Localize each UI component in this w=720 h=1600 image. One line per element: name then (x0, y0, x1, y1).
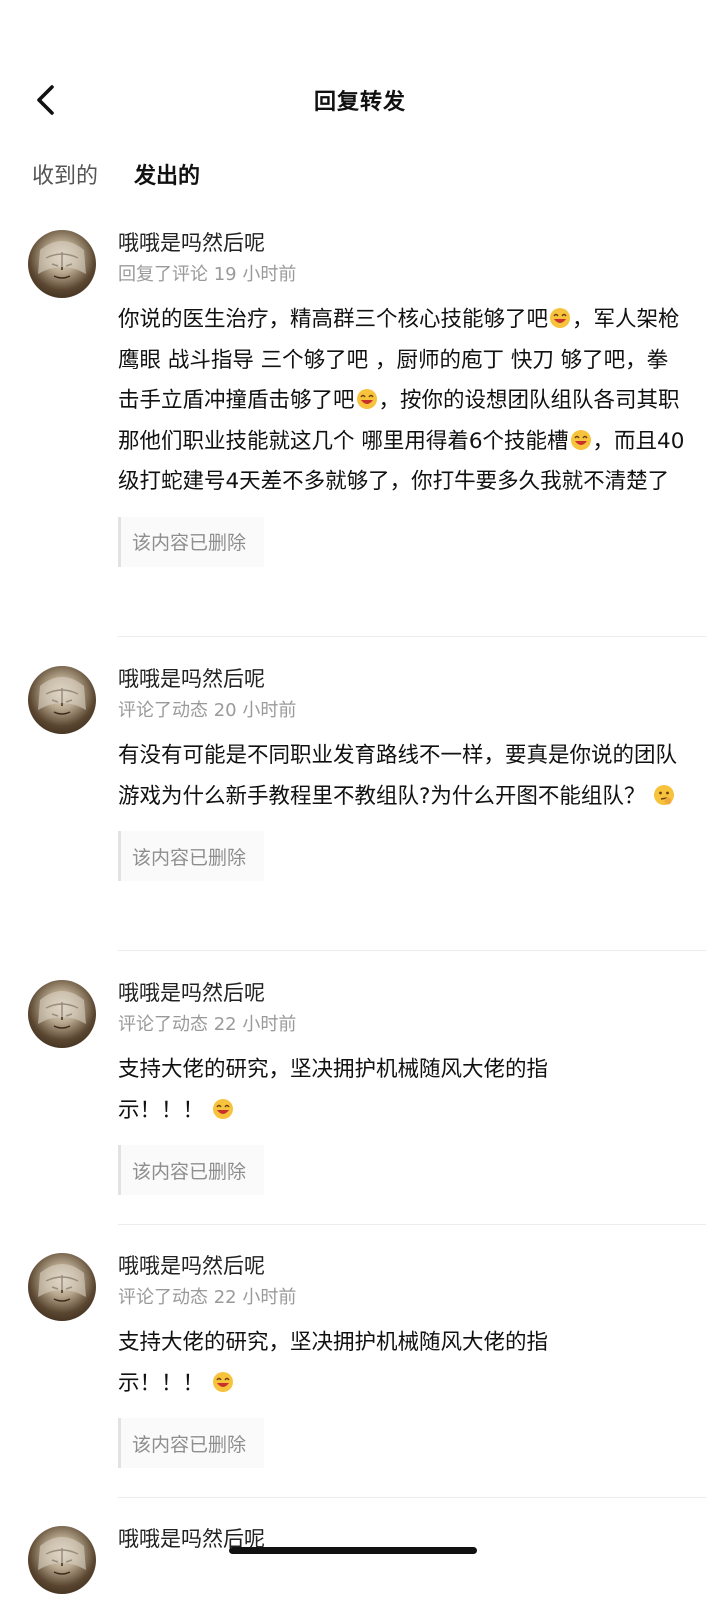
reply-meta: 回复了评论 19 小时前 (118, 264, 297, 285)
avatar[interactable] (28, 1526, 96, 1594)
divider (118, 950, 706, 951)
tab-sent-label: 发出的 (134, 164, 201, 189)
replies-page: 回复转发 收到的 发出的 哦哦是吗然后呢 回复了评论 19 小时前 你说的医生治… (0, 0, 720, 1600)
page-title: 回复转发 (313, 90, 406, 115)
reply-meta: 评论了动态 22 小时前 (118, 1014, 297, 1035)
laughing-emoji-icon (356, 389, 377, 409)
reply-text: 你说的医生治疗，精高群三个核心技能够了吧 ，军人架枪 鹰眼 战斗指导 三个够了吧 … (118, 307, 685, 494)
laughing-emoji-icon (550, 308, 571, 328)
reply-text: 支持大佬的研究，坚决拥护机械随风大佬的指 示！！！ (118, 1330, 549, 1396)
user-name[interactable]: 哦哦是吗然后呢 (118, 226, 688, 260)
tab-active-indicator (136, 195, 199, 202)
thinking-emoji-icon (654, 784, 675, 805)
tab-received[interactable]: 收到的 (32, 158, 98, 198)
home-indicator[interactable] (229, 1547, 477, 1554)
list-item[interactable]: 哦哦是吗然后呢 评论了动态 20 小时前 有没有可能是不同职业发育路线不一样，要… (0, 658, 720, 951)
avatar[interactable] (28, 666, 96, 734)
list-item[interactable]: 哦哦是吗然后呢 回复了评论 19 小时前 你说的医生治疗，精高群三个核心技能够了… (0, 222, 720, 637)
reply-text: 支持大佬的研究，坚决拥护机械随风大佬的指 示！！！ (118, 1057, 549, 1123)
laughing-emoji-icon (212, 1098, 233, 1119)
user-name[interactable]: 哦哦是吗然后呢 (118, 1249, 688, 1283)
user-name[interactable]: 哦哦是吗然后呢 (118, 662, 688, 696)
avatar[interactable] (28, 980, 96, 1048)
list-item[interactable]: 哦哦是吗然后呢 评论了动态 22 小时前 支持大佬的研究，坚决拥护机械随风大佬的… (0, 1245, 720, 1498)
divider (118, 1497, 706, 1498)
avatar[interactable] (28, 1253, 96, 1321)
divider (118, 636, 706, 637)
user-name[interactable]: 哦哦是吗然后呢 (118, 976, 688, 1010)
laughing-emoji-icon (212, 1371, 233, 1392)
tab-bar: 收到的 发出的 (32, 158, 201, 202)
laughing-emoji-icon (570, 429, 591, 450)
quoted-content[interactable]: 该内容已删除 (118, 1145, 264, 1195)
tab-sent[interactable]: 发出的 (134, 158, 201, 202)
reply-meta: 评论了动态 22 小时前 (118, 1287, 297, 1308)
avatar[interactable] (28, 230, 96, 298)
list-item[interactable]: 哦哦是吗然后呢 评论了动态 22 小时前 支持大佬的研究，坚决拥护机械随风大佬的… (0, 972, 720, 1225)
reply-list: 哦哦是吗然后呢 回复了评论 19 小时前 你说的医生治疗，精高群三个核心技能够了… (0, 222, 720, 1594)
quoted-content[interactable]: 该内容已删除 (118, 831, 264, 881)
reply-meta: 评论了动态 20 小时前 (118, 700, 297, 721)
divider (118, 1224, 706, 1225)
header: 回复转发 (0, 70, 720, 130)
quoted-content[interactable]: 该内容已删除 (118, 516, 264, 567)
quoted-content[interactable]: 该内容已删除 (118, 1418, 264, 1468)
reply-text: 有没有可能是不同职业发育路线不一样，要真是你说的团队游戏为什么新手教程里不教组队… (118, 743, 678, 809)
tab-received-label: 收到的 (32, 164, 99, 189)
